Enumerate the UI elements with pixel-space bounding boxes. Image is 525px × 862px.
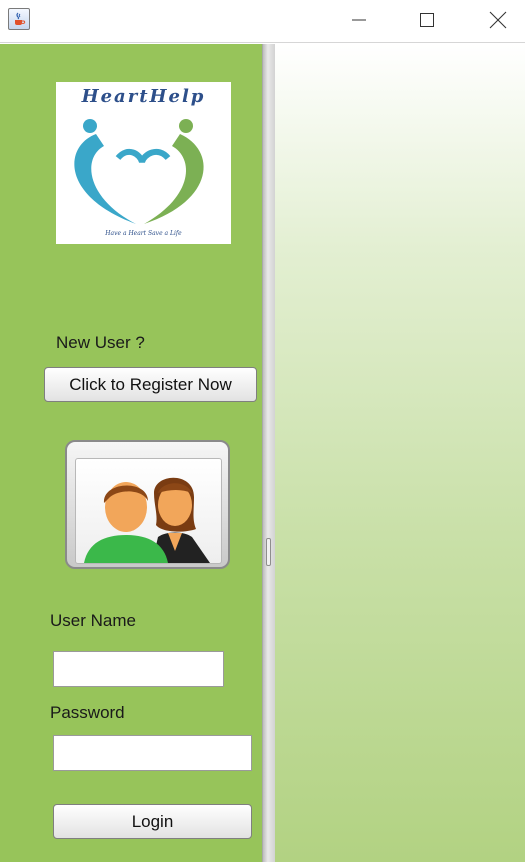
login-button[interactable]: Login (53, 804, 252, 839)
logo-tagline: Have a Heart Save a Life (105, 230, 182, 237)
app-window: HeartHelp Have a Heart Save a Life New U… (0, 0, 525, 862)
users-icon (75, 458, 222, 564)
username-field[interactable] (53, 651, 224, 687)
register-button[interactable]: Click to Register Now (44, 367, 257, 402)
content-panel (275, 44, 525, 862)
heart-people-icon (74, 119, 204, 224)
logo-title: HeartHelp (81, 86, 206, 107)
maximize-icon (420, 13, 434, 27)
divider-grip-handle[interactable] (266, 538, 271, 566)
password-field[interactable] (53, 735, 252, 771)
maximize-button[interactable] (404, 0, 450, 40)
close-icon (489, 11, 507, 29)
password-label: Password (50, 703, 125, 722)
minimize-button[interactable] (336, 0, 382, 40)
java-cup-icon[interactable] (8, 8, 30, 30)
split-pane-divider[interactable] (262, 44, 275, 862)
close-button[interactable] (475, 0, 521, 40)
user-avatar-frame (65, 440, 230, 569)
title-bar (0, 0, 525, 43)
username-label: User Name (50, 611, 136, 630)
login-panel: HeartHelp Have a Heart Save a Life New U… (0, 44, 262, 862)
minimize-icon (352, 19, 366, 21)
new-user-label: New User ? (56, 333, 145, 352)
hearthelp-logo: HeartHelp Have a Heart Save a Life (56, 82, 231, 244)
